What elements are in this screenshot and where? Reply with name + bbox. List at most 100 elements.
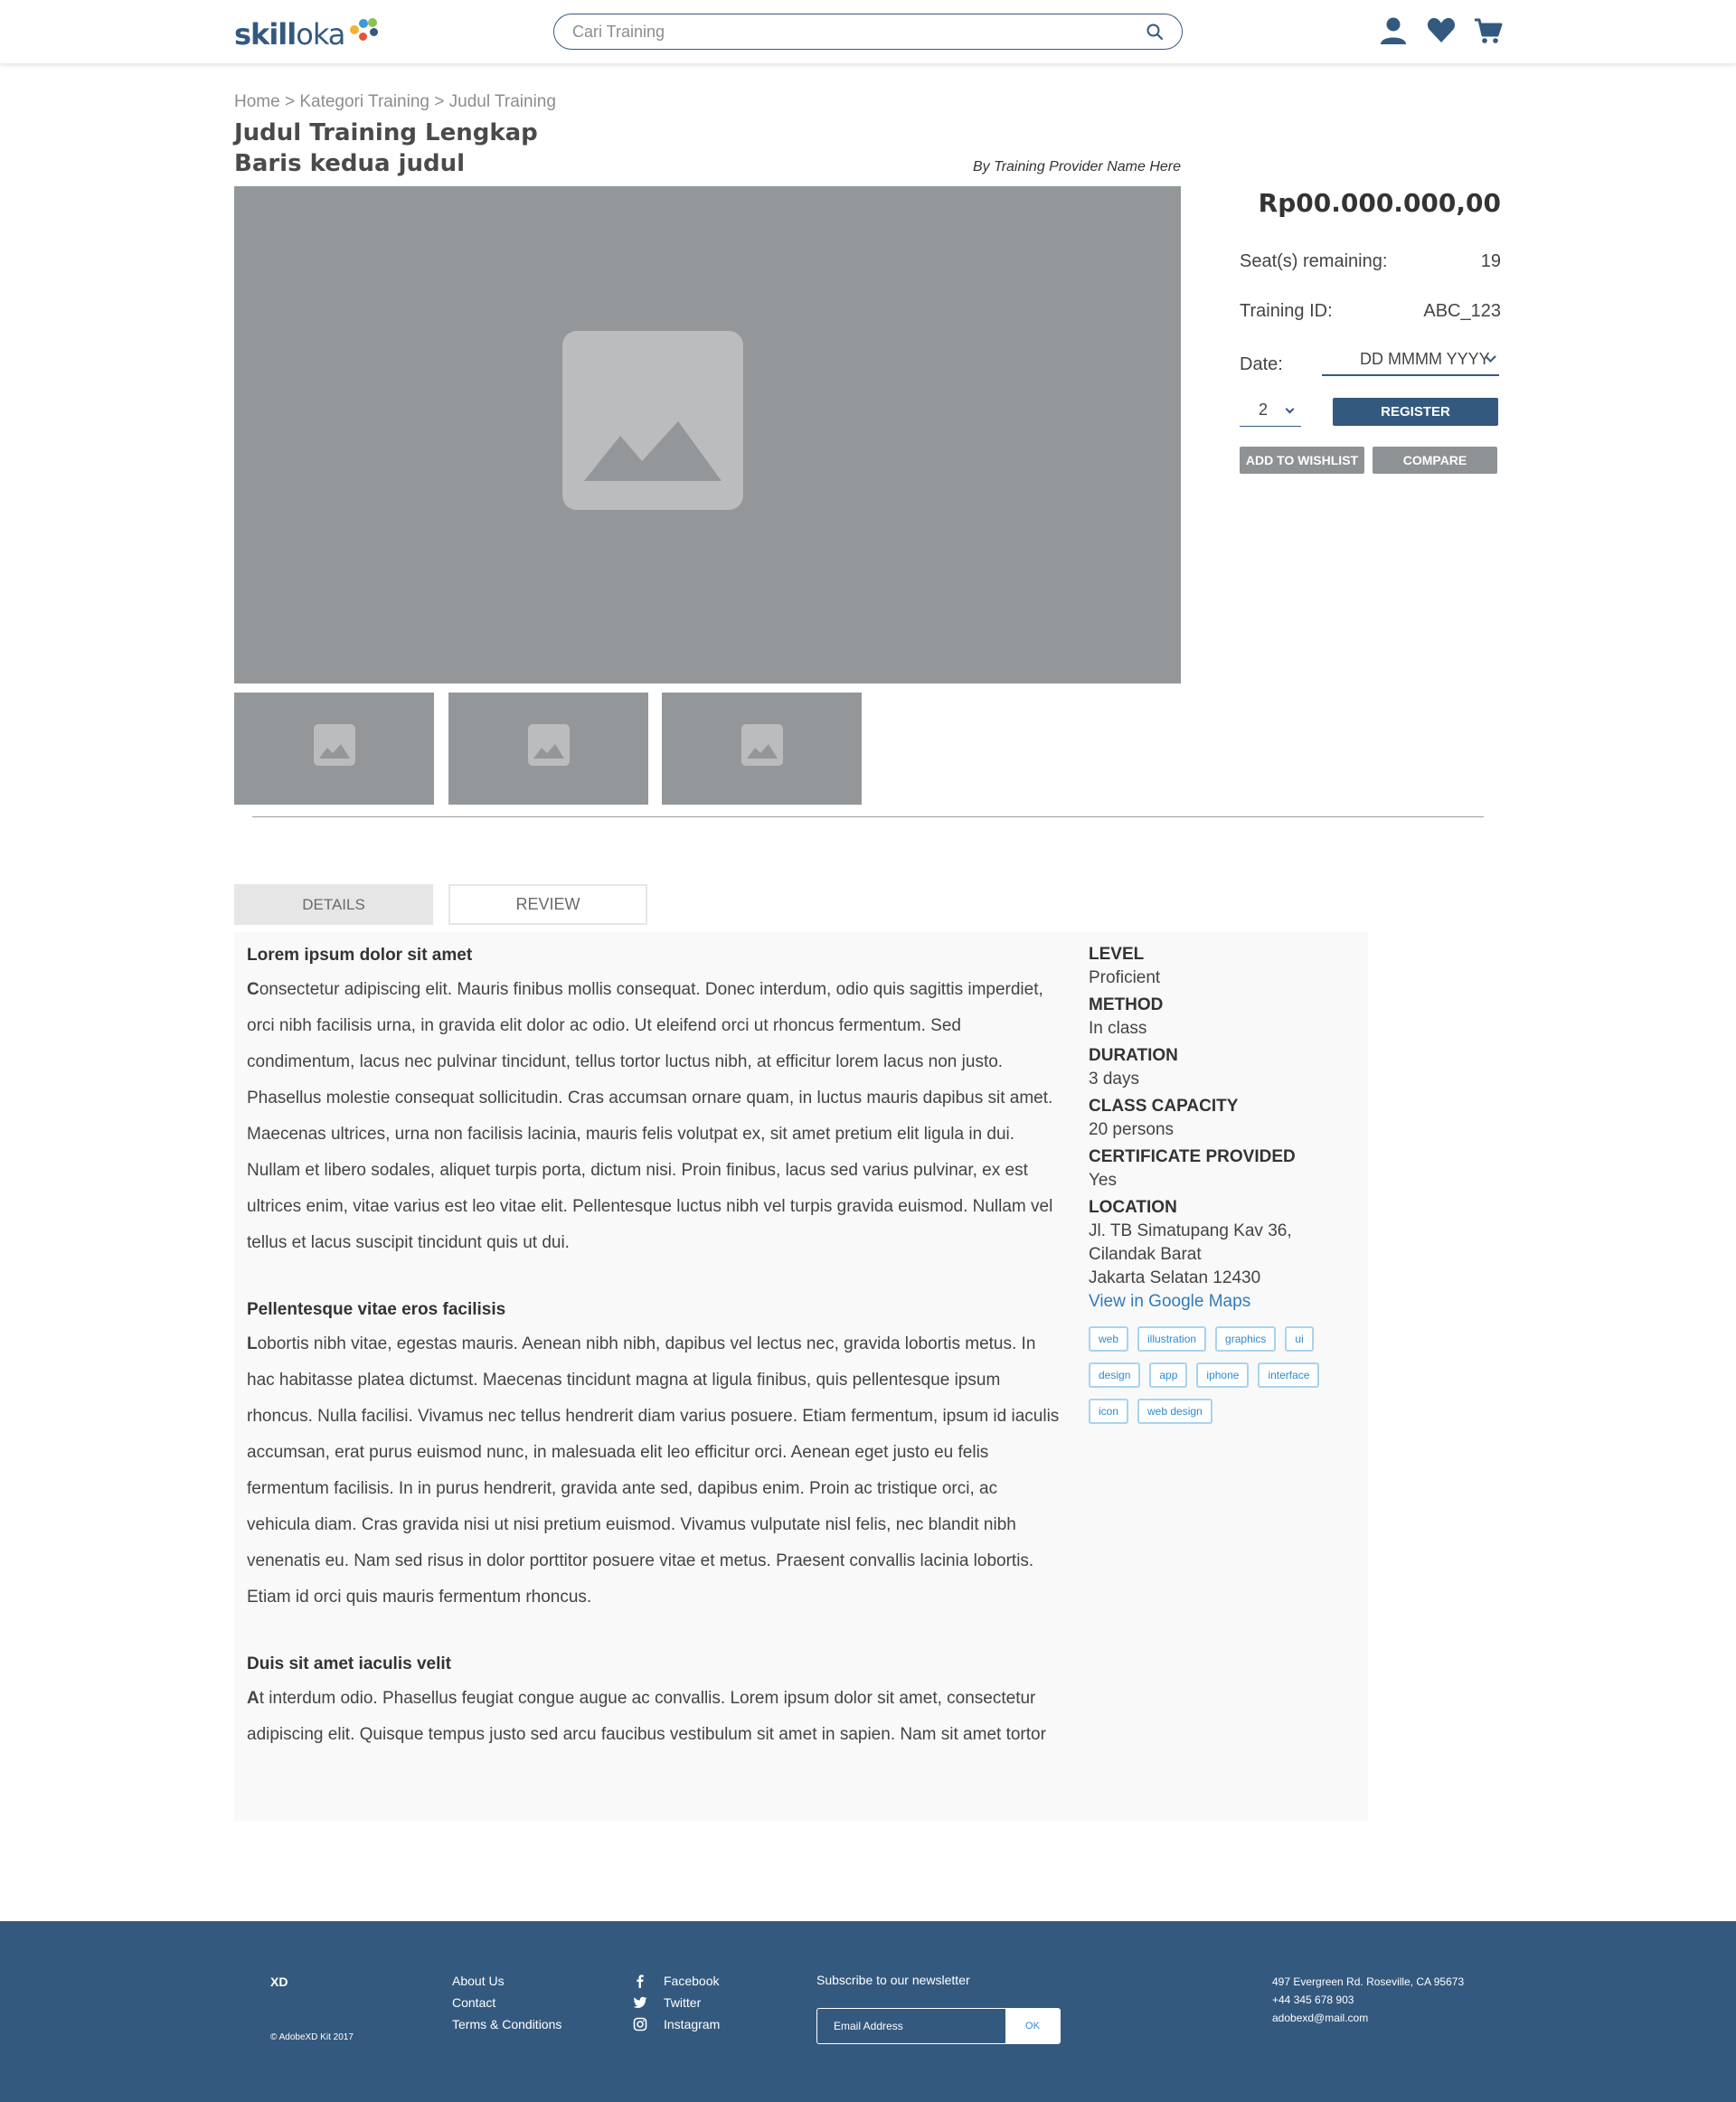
level-label: LEVEL xyxy=(1089,945,1145,964)
user-icon[interactable] xyxy=(1378,15,1409,46)
newsletter-label: Subscribe to our newsletter xyxy=(816,1973,970,1987)
footer-email[interactable]: adobexd@mail.com xyxy=(1272,2009,1464,2027)
contact-link[interactable]: Contact xyxy=(452,1992,561,2013)
chevron-down-icon xyxy=(1285,404,1295,414)
seats-value: 19 xyxy=(1480,251,1501,271)
tag[interactable]: web xyxy=(1089,1326,1129,1352)
section-body: Consectetur adipiscing elit. Mauris fini… xyxy=(247,980,1053,1252)
level-value: Proficient xyxy=(1089,968,1161,987)
method-label: METHOD xyxy=(1089,995,1164,1014)
instagram-label: Instagram xyxy=(664,2017,721,2031)
search-icon[interactable] xyxy=(1146,23,1164,41)
newsletter-form: OK xyxy=(816,2008,1061,2044)
section-divider xyxy=(252,816,1484,817)
google-maps-link[interactable]: View in Google Maps xyxy=(1089,1290,1360,1314)
section-heading: Duis sit amet iaculis velit xyxy=(247,1654,451,1673)
footer-links: About Us Contact Terms & Conditions xyxy=(452,1970,561,2035)
duration-value: 3 days xyxy=(1089,1070,1139,1089)
footer-contact: 497 Evergreen Rd. Roseville, CA 95673 +4… xyxy=(1272,1973,1464,2027)
cart-icon[interactable] xyxy=(1473,15,1504,46)
email-field[interactable] xyxy=(817,2009,1005,2043)
twitter-icon xyxy=(633,1996,647,2008)
tag[interactable]: ui xyxy=(1285,1326,1314,1352)
section-heading: Lorem ipsum dolor sit amet xyxy=(247,946,473,965)
training-id-value: ABC_123 xyxy=(1423,301,1501,321)
instagram-icon xyxy=(633,2017,647,2031)
footer-social: Facebook Twitter Instagram xyxy=(633,1970,720,2035)
thumbnail-3[interactable] xyxy=(662,693,862,805)
facebook-icon xyxy=(637,1975,644,1988)
site-header: skilloka xyxy=(0,0,1736,63)
tag[interactable]: app xyxy=(1149,1362,1188,1388)
capacity-value: 20 persons xyxy=(1089,1120,1175,1139)
details-panel: Lorem ipsum dolor sit amet Consectetur a… xyxy=(234,932,1368,1821)
capacity-label: CLASS CAPACITY xyxy=(1089,1097,1239,1116)
compare-button[interactable]: COMPARE xyxy=(1373,447,1497,474)
section-body: Lobortis nibh vitae, egestas mauris. Aen… xyxy=(247,1334,1060,1607)
search-input[interactable] xyxy=(572,21,1115,42)
date-value: DD MMMM YYYY xyxy=(1360,350,1490,368)
provider-name[interactable]: By Training Provider Name Here xyxy=(973,159,1181,175)
logo-dots-icon xyxy=(346,16,382,43)
tag[interactable]: web design xyxy=(1137,1399,1212,1424)
price: Rp00.000.000,00 xyxy=(1258,188,1501,218)
about-us-link[interactable]: About Us xyxy=(452,1970,561,1992)
search-bar xyxy=(553,14,1183,50)
footer-phone: +44 345 678 903 xyxy=(1272,1994,1354,2006)
certificate-label: CERTIFICATE PROVIDED xyxy=(1089,1147,1296,1166)
date-label: Date: xyxy=(1240,354,1283,374)
facebook-link[interactable]: Facebook xyxy=(633,1970,720,1992)
subscribe-ok-button[interactable]: OK xyxy=(1005,2009,1060,2043)
twitter-label: Twitter xyxy=(664,1995,702,2010)
instagram-link[interactable]: Instagram xyxy=(633,2013,720,2035)
tab-review[interactable]: REVIEW xyxy=(448,884,647,925)
thumbnail-2[interactable] xyxy=(448,693,648,805)
main-training-image[interactable] xyxy=(234,186,1181,683)
method-value: In class xyxy=(1089,1019,1147,1038)
tag[interactable]: icon xyxy=(1089,1399,1129,1424)
image-placeholder-icon xyxy=(528,724,570,766)
footer-copyright: © AdobeXD Kit 2017 xyxy=(270,2032,354,2042)
facebook-label: Facebook xyxy=(664,1974,720,1988)
footer-brand: XD xyxy=(270,1975,288,1989)
location-line-3: Jakarta Selatan 12430 xyxy=(1089,1268,1261,1287)
page-title: Judul Training Lengkap Baris kedua judul xyxy=(234,118,538,179)
breadcrumb[interactable]: Home > Kategori Training > Judul Trainin… xyxy=(234,92,556,112)
image-placeholder-icon xyxy=(314,724,355,766)
seats-label: Seat(s) remaining: xyxy=(1240,251,1388,271)
tag-list: web illustration graphics ui design app iphon… xyxy=(1089,1326,1351,1435)
training-id-label: Training ID: xyxy=(1240,301,1333,321)
image-placeholder-icon xyxy=(562,331,743,510)
quantity-value: 2 xyxy=(1259,401,1269,419)
quantity-select[interactable]: 2 xyxy=(1240,396,1301,427)
title-line-1: Judul Training Lengkap xyxy=(234,119,538,146)
image-placeholder-icon xyxy=(741,724,783,766)
skilloka-logo[interactable]: skilloka xyxy=(234,16,382,52)
location-line-1: Jl. TB Simatupang Kav 36, xyxy=(1089,1221,1292,1240)
section-heading: Pellentesque vitae eros facilisis xyxy=(247,1300,506,1319)
tag[interactable]: graphics xyxy=(1215,1326,1277,1352)
section-body: At interdum odio. Phasellus feugiat cong… xyxy=(247,1689,1046,1744)
tag[interactable]: design xyxy=(1089,1362,1141,1388)
location-label: LOCATION xyxy=(1089,1198,1177,1217)
training-details: LEVEL Proficient METHOD In class DURATIO… xyxy=(1089,943,1360,1314)
tab-details[interactable]: DETAILS xyxy=(234,884,433,925)
tag[interactable]: interface xyxy=(1258,1362,1320,1388)
add-to-wishlist-button[interactable]: ADD TO WISHLIST xyxy=(1240,447,1364,474)
site-footer: XD © AdobeXD Kit 2017 About Us Contact T… xyxy=(0,1921,1736,2102)
duration-label: DURATION xyxy=(1089,1046,1178,1065)
twitter-link[interactable]: Twitter xyxy=(633,1992,720,2013)
certificate-value: Yes xyxy=(1089,1171,1117,1190)
location-line-2: Cilandak Barat xyxy=(1089,1245,1202,1264)
tag[interactable]: illustration xyxy=(1137,1326,1207,1352)
logo-text: skilloka xyxy=(234,17,345,52)
heart-icon[interactable] xyxy=(1426,15,1457,46)
thumbnail-1[interactable] xyxy=(234,693,434,805)
footer-address: 497 Evergreen Rd. Roseville, CA 95673 xyxy=(1272,1975,1465,1988)
register-button[interactable]: REGISTER xyxy=(1333,398,1498,426)
terms-link[interactable]: Terms & Conditions xyxy=(452,2013,561,2035)
description: Lorem ipsum dolor sit amet Consectetur a… xyxy=(247,943,1061,1789)
title-line-2: Baris kedua judul xyxy=(234,150,466,177)
tag[interactable]: iphone xyxy=(1196,1362,1250,1388)
date-select[interactable]: DD MMMM YYYY xyxy=(1322,345,1499,376)
